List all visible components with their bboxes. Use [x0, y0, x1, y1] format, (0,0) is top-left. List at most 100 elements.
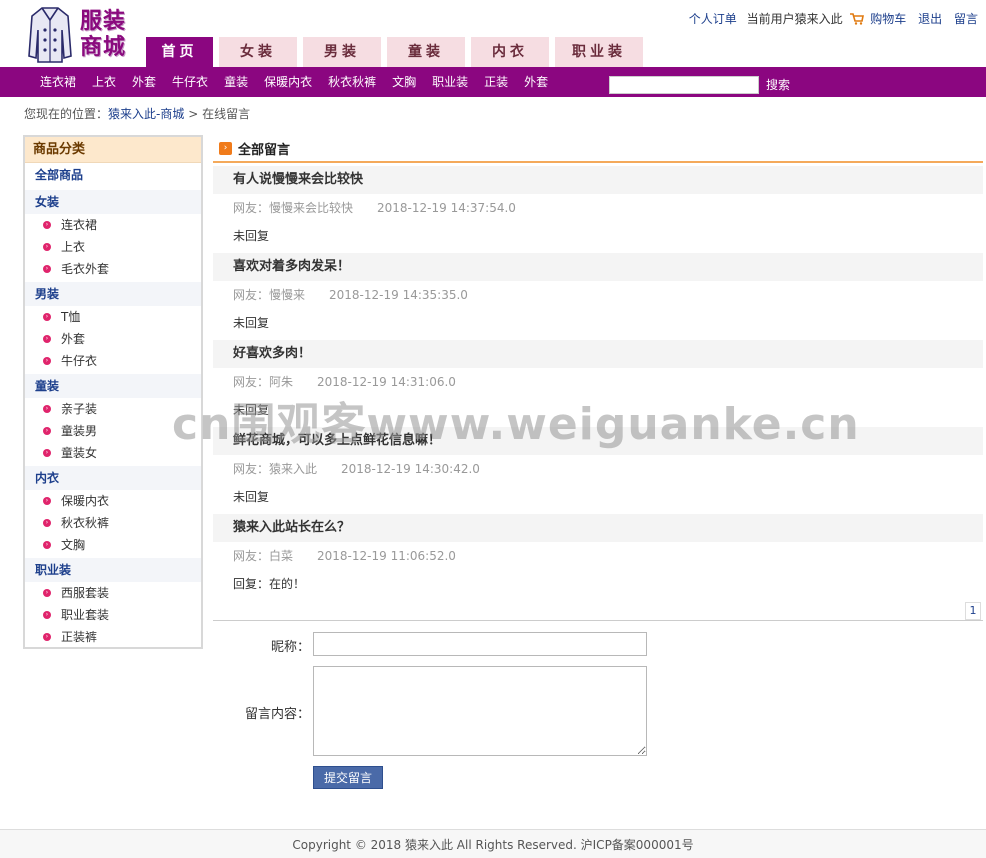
- message-time: 2018-12-19 14:35:35.0: [329, 288, 468, 302]
- guestbook-link[interactable]: 留言: [954, 12, 978, 26]
- nickname-input[interactable]: [313, 632, 647, 656]
- message-item: 鲜花商城，可以多上点鲜花信息嘛！ 网友：猿来入此 2018-12-19 14:30…: [213, 427, 983, 511]
- sidebar-item[interactable]: › 童装女: [25, 442, 201, 464]
- bullet-icon: ›: [43, 541, 51, 549]
- message-item: 猿来入此站长在么？ 网友：白菜 2018-12-19 11:06:52.0 回复：…: [213, 514, 983, 598]
- bullet-icon: ›: [43, 357, 51, 365]
- sidebar-category[interactable]: 内衣: [25, 466, 201, 490]
- bullet-icon: ›: [43, 449, 51, 457]
- subnav-link[interactable]: 外套: [132, 67, 156, 97]
- message-meta: 网友：白菜 2018-12-19 11:06:52.0: [213, 542, 983, 570]
- message-time: 2018-12-19 14:31:06.0: [317, 375, 456, 389]
- message-reply: 未回复: [233, 490, 270, 504]
- bullet-icon: ›: [43, 221, 51, 229]
- section-title: 全部留言: [238, 142, 291, 158]
- cart-icon[interactable]: [850, 13, 865, 25]
- bullet-icon: ›: [43, 497, 51, 505]
- tab-kids[interactable]: 童装: [387, 37, 465, 67]
- subnav-link[interactable]: 连衣裙: [40, 67, 76, 97]
- cart-link[interactable]: 购物车: [870, 12, 906, 26]
- sidebar-item[interactable]: › 连衣裙: [25, 214, 201, 236]
- message-reply: 未回复: [233, 229, 270, 243]
- sidebar-item[interactable]: › 正装裤: [25, 626, 201, 648]
- current-user-label: 当前用户猿来入此: [746, 12, 843, 26]
- sidebar-item[interactable]: › 职业套装: [25, 604, 201, 626]
- my-orders-link[interactable]: 个人订单: [689, 12, 737, 26]
- footer-copyright: Copyright © 2018 猿来入此 All Rights Reserve…: [0, 829, 986, 858]
- sidebar-item[interactable]: › 西服套装: [25, 582, 201, 604]
- tab-underwear[interactable]: 内衣: [471, 37, 549, 67]
- message-reply: 未回复: [233, 403, 270, 417]
- sidebar-item[interactable]: › 文胸: [25, 534, 201, 556]
- subnav-link[interactable]: 上衣: [92, 67, 116, 97]
- subnav-link[interactable]: 职业装: [432, 67, 468, 97]
- message-content-textarea[interactable]: [313, 666, 647, 756]
- sidebar-item[interactable]: › 毛衣外套: [25, 258, 201, 280]
- subnav-link[interactable]: 文胸: [392, 67, 416, 97]
- message-time: 2018-12-19 14:37:54.0: [377, 201, 516, 215]
- message-author: 网友：猿来入此: [233, 462, 318, 476]
- sidebar-item[interactable]: › 上衣: [25, 236, 201, 258]
- category-sidebar: 商品分类 全部商品 女装 › 连衣裙 › 上衣 › 毛衣外套 男装 › T恤 › 外套 ›…: [23, 135, 203, 649]
- section-header: › 全部留言: [213, 135, 983, 163]
- tab-women[interactable]: 女装: [219, 37, 297, 67]
- breadcrumb-home-link[interactable]: 猿来入此-商城: [108, 107, 184, 121]
- sidebar-item[interactable]: › 童装男: [25, 420, 201, 442]
- arrow-right-icon: ›: [219, 141, 232, 155]
- tab-home[interactable]: 首页: [146, 37, 213, 67]
- sidebar-category[interactable]: 女装: [25, 190, 201, 214]
- page-number-link[interactable]: 1: [965, 602, 981, 620]
- tab-workwear[interactable]: 职业装: [555, 37, 643, 67]
- search-input[interactable]: [609, 76, 759, 94]
- message-author: 网友：慢慢来会比较快: [233, 201, 354, 215]
- message-board: › 全部留言 有人说慢慢来会比较快 网友：慢慢来会比较快 2018-12-19 1…: [213, 135, 983, 598]
- message-meta: 网友：慢慢来会比较快 2018-12-19 14:37:54.0: [213, 194, 983, 222]
- message-author: 网友：白菜: [233, 549, 294, 563]
- sidebar-item[interactable]: › 外套: [25, 328, 201, 350]
- search-button[interactable]: 搜索: [766, 73, 790, 97]
- message-reply: 回复：在的！: [233, 577, 306, 591]
- sidebar-category[interactable]: 童装: [25, 374, 201, 398]
- site-logo[interactable]: 服装 商城: [28, 6, 136, 64]
- message-author: 网友：阿朱: [233, 375, 294, 389]
- subnav-link[interactable]: 保暖内衣: [264, 67, 312, 97]
- message-meta: 网友：阿朱 2018-12-19 14:31:06.0: [213, 368, 983, 396]
- sidebar-all-products[interactable]: 全部商品: [25, 163, 201, 188]
- subnav-link[interactable]: 童装: [224, 67, 248, 97]
- message-reply: 未回复: [233, 316, 270, 330]
- subnav-link[interactable]: 正装: [484, 67, 508, 97]
- sidebar-category[interactable]: 职业装: [25, 558, 201, 582]
- sidebar-item[interactable]: › 秋衣秋裤: [25, 512, 201, 534]
- message-title: 喜欢对着多肉发呆！: [213, 253, 983, 281]
- sidebar-item[interactable]: › 牛仔衣: [25, 350, 201, 372]
- logout-link[interactable]: 退出: [918, 12, 942, 26]
- bullet-icon: ›: [43, 633, 51, 641]
- sidebar-item[interactable]: › T恤: [25, 306, 201, 328]
- message-title: 有人说慢慢来会比较快: [213, 166, 983, 194]
- pagination: 1: [213, 601, 983, 621]
- message-item: 好喜欢多肉！ 网友：阿朱 2018-12-19 14:31:06.0 未回复: [213, 340, 983, 424]
- submit-message-button[interactable]: 提交留言: [313, 766, 383, 789]
- category-navbar: 连衣裙 上衣 外套 牛仔衣 童装 保暖内衣 秋衣秋裤 文胸 职业装 正装 外套 …: [0, 67, 986, 97]
- bullet-icon: ›: [43, 519, 51, 527]
- bullet-icon: ›: [43, 265, 51, 273]
- sidebar-item[interactable]: › 亲子装: [25, 398, 201, 420]
- message-item: 有人说慢慢来会比较快 网友：慢慢来会比较快 2018-12-19 14:37:54…: [213, 166, 983, 250]
- sidebar-item[interactable]: › 保暖内衣: [25, 490, 201, 512]
- breadcrumb-current: 在线留言: [202, 107, 251, 121]
- breadcrumb: 您现在的位置：猿来入此-商城 > 在线留言: [24, 105, 250, 122]
- subnav-link[interactable]: 牛仔衣: [172, 67, 208, 97]
- sidebar-category[interactable]: 男装: [25, 282, 201, 306]
- content-label: 留言内容：: [244, 707, 310, 722]
- message-title: 猿来入此站长在么？: [213, 514, 983, 542]
- tab-men[interactable]: 男装: [303, 37, 381, 67]
- bullet-icon: ›: [43, 427, 51, 435]
- bullet-icon: ›: [43, 243, 51, 251]
- message-title: 鲜花商城，可以多上点鲜花信息嘛！: [213, 427, 983, 455]
- subnav-link[interactable]: 秋衣秋裤: [328, 67, 376, 97]
- message-meta: 网友：慢慢来 2018-12-19 14:35:35.0: [213, 281, 983, 309]
- subnav-link[interactable]: 外套: [524, 67, 548, 97]
- sidebar-title: 商品分类: [25, 137, 201, 163]
- message-time: 2018-12-19 14:30:42.0: [341, 462, 480, 476]
- bullet-icon: ›: [43, 589, 51, 597]
